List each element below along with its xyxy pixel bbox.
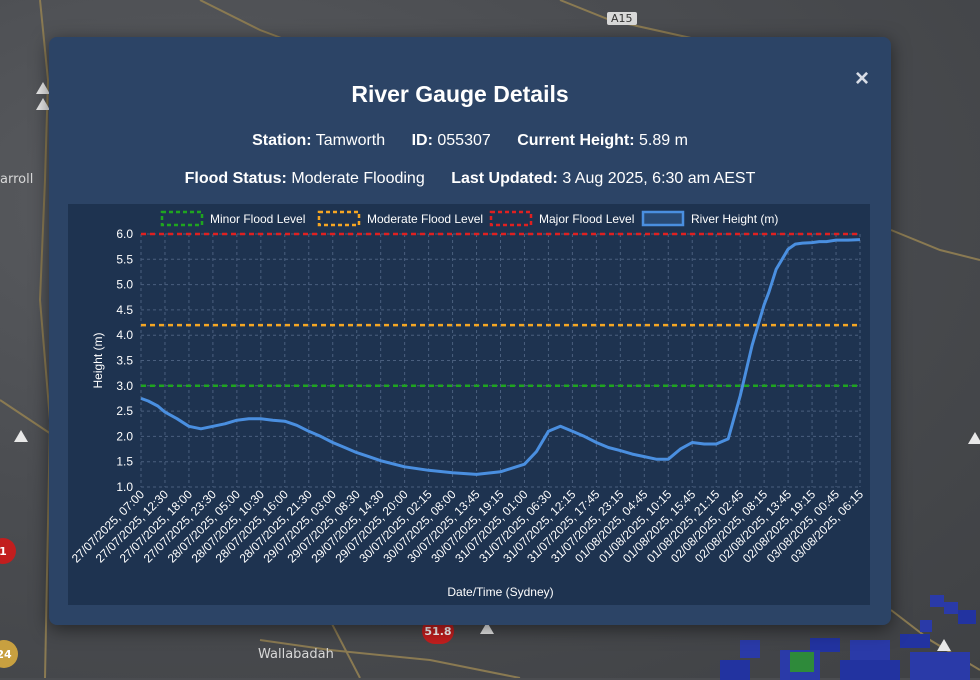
y-tick-label: 5.0	[116, 278, 133, 292]
chart-svg: 6.05.55.04.54.03.53.02.52.01.51.027/07/2…	[69, 210, 866, 599]
last-updated-value: 3 Aug 2025, 6:30 am AEST	[562, 170, 756, 187]
y-tick-label: 3.5	[116, 354, 133, 368]
gauge-marker-triangle-icon[interactable]	[36, 82, 50, 94]
gauge-marker-triangle-icon[interactable]	[968, 432, 980, 444]
status-info-row: Flood Status: Moderate Flooding Last Upd…	[49, 170, 891, 188]
current-height-label: Current Height:	[517, 132, 635, 149]
legend-swatch	[160, 210, 204, 227]
y-tick-label: 6.0	[116, 227, 133, 241]
legend-swatch	[641, 210, 685, 227]
station-info-row: Station: Tamworth ID: 055307 Current Hei…	[49, 132, 891, 150]
gauge-marker-triangle-icon[interactable]	[36, 98, 50, 110]
current-height-info: Current Height: 5.89 m	[517, 132, 688, 150]
station-value: Tamworth	[315, 132, 386, 149]
current-height-value: 5.89 m	[639, 132, 688, 149]
legend-label: Major Flood Level	[539, 212, 634, 226]
legend-label: River Height (m)	[691, 212, 778, 226]
y-tick-label: 1.5	[116, 455, 133, 469]
y-tick-label: 2.0	[116, 429, 133, 443]
river-height-chart[interactable]: 6.0 5.5 5.0 4.5 4.0 3.5 3.0 2.5 2.0 1.5 1.0 27/07/2…	[68, 204, 870, 605]
modal-title: River Gauge Details	[351, 81, 569, 107]
legend-label: Minor Flood Level	[210, 212, 305, 226]
y-tick-label: 1.0	[116, 480, 133, 494]
close-icon[interactable]: ×	[855, 67, 869, 91]
gauge-marker-triangle-icon[interactable]	[14, 430, 28, 442]
y-tick-label: 5.5	[116, 252, 133, 266]
id-value: 055307	[437, 132, 491, 149]
id-label: ID:	[411, 132, 433, 149]
id-info: ID: 055307	[412, 132, 491, 150]
legend-swatch	[489, 210, 533, 227]
flood-status-label: Flood Status:	[184, 170, 287, 187]
y-tick-label: 2.5	[116, 404, 133, 418]
legend-label: Moderate Flood Level	[367, 212, 483, 226]
y-axis-title: Height (m)	[91, 332, 105, 388]
last-updated-label: Last Updated:	[451, 170, 558, 187]
road-shield: A15	[607, 12, 637, 25]
x-axis-title: Date/Time (Sydney)	[447, 585, 553, 599]
last-updated-info: Last Updated: 3 Aug 2025, 6:30 am AEST	[451, 170, 755, 188]
flood-status-value: Moderate Flooding	[291, 170, 425, 187]
map-town-label: Wallabadah	[258, 647, 334, 662]
station-label: Station:	[252, 132, 312, 149]
river-gauge-modal: River Gauge Details × Station: Tamworth …	[49, 37, 891, 625]
flood-status-info: Flood Status: Moderate Flooding	[185, 170, 425, 188]
station-info: Station: Tamworth	[252, 132, 385, 150]
legend-swatch	[317, 210, 361, 227]
y-tick-label: 4.0	[116, 328, 133, 342]
y-tick-label: 3.0	[116, 379, 133, 393]
y-tick-label: 4.5	[116, 303, 133, 317]
map-town-label: arroll	[0, 172, 34, 187]
